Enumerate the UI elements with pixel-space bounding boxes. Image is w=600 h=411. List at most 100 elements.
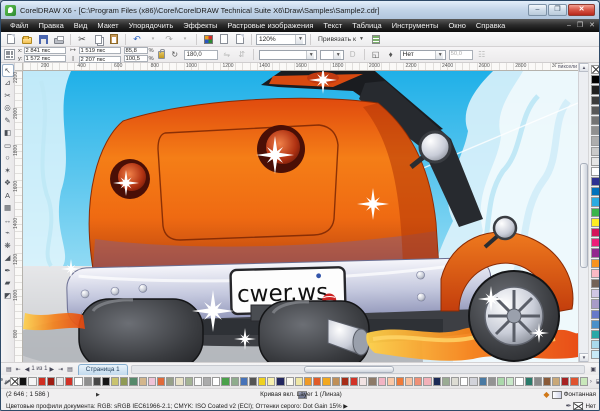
doc-color-swatch[interactable]	[258, 377, 266, 386]
export-button[interactable]	[233, 33, 247, 46]
menu-item-10[interactable]: Инструменты	[387, 19, 444, 32]
x-position-field[interactable]: 2 841 пкс	[24, 47, 66, 54]
next-page-icon[interactable]: ▶	[47, 366, 56, 373]
doc-color-swatch[interactable]	[534, 377, 542, 386]
eyedropper-tool[interactable]: ◢	[2, 252, 14, 265]
outline-color-chip[interactable]	[573, 402, 583, 410]
color-swatch[interactable]	[591, 177, 600, 186]
style-combobox[interactable]: ▼	[259, 50, 317, 60]
doc-color-swatch[interactable]	[19, 377, 27, 386]
menu-item-9[interactable]: Таблица	[347, 19, 386, 32]
crop-tool[interactable]: ✂	[2, 89, 14, 102]
menu-item-1[interactable]: Файл	[5, 19, 33, 32]
outline-pen-tool[interactable]: ✒	[2, 264, 14, 277]
last-page-icon[interactable]: ⇥	[56, 366, 65, 373]
color-swatch[interactable]	[591, 289, 600, 298]
doc-color-swatch[interactable]	[570, 377, 578, 386]
doc-color-swatch[interactable]	[56, 377, 64, 386]
add-page-icon-2[interactable]: ▤	[65, 366, 75, 373]
doc-color-swatch[interactable]	[332, 377, 340, 386]
doc-color-swatch[interactable]	[28, 377, 36, 386]
mirror-horizontal-button[interactable]: ⇋	[221, 49, 233, 61]
doc-color-swatch[interactable]	[47, 377, 55, 386]
doc-color-swatch[interactable]	[286, 377, 294, 386]
copy-button[interactable]	[91, 33, 105, 46]
redo-button[interactable]: ↷	[162, 33, 176, 46]
y-position-field[interactable]: 1 572 пкс	[24, 55, 66, 62]
doc-color-swatch[interactable]	[129, 377, 137, 386]
doc-color-swatch[interactable]	[166, 377, 174, 386]
prev-page-icon[interactable]: ◀	[23, 366, 32, 373]
doc-color-swatch[interactable]	[38, 377, 46, 386]
doc-color-swatch[interactable]	[313, 377, 321, 386]
color-swatch[interactable]	[591, 126, 600, 135]
color-swatch[interactable]	[591, 340, 600, 349]
maximize-button[interactable]: ❐	[548, 4, 567, 16]
title-bar[interactable]: CorelDRAW X6 - [C:\Program Files (x86)\C…	[1, 1, 599, 19]
doc-color-swatch[interactable]	[267, 377, 275, 386]
color-swatch[interactable]	[591, 320, 600, 329]
doc-color-swatch[interactable]	[157, 377, 165, 386]
doc-color-swatch[interactable]	[194, 377, 202, 386]
fill-tool[interactable]: ▰	[2, 277, 14, 290]
vertical-scrollbar[interactable]: ▲ ▼	[578, 63, 588, 362]
outline-width-combobox[interactable]: Нет ▼	[400, 50, 446, 60]
doc-color-swatch[interactable]	[175, 377, 183, 386]
color-swatch[interactable]	[591, 167, 600, 176]
doc-restore-button[interactable]: ❐	[577, 19, 583, 32]
horizontal-scrollbar[interactable]	[131, 365, 586, 374]
no-color-swatch[interactable]	[591, 65, 600, 74]
zoom-dropdown-icon[interactable]: ▼	[295, 35, 303, 44]
horizontal-scroll-thumb[interactable]	[304, 366, 394, 373]
color-swatch[interactable]	[591, 197, 600, 206]
doc-color-swatch[interactable]	[203, 377, 211, 386]
doc-color-swatch[interactable]	[561, 377, 569, 386]
options-button[interactable]	[369, 33, 383, 46]
doc-color-swatch[interactable]	[148, 377, 156, 386]
color-swatch[interactable]	[591, 106, 600, 115]
menu-item-12[interactable]: Справка	[471, 19, 510, 32]
rectangle-tool[interactable]: ▭	[2, 139, 14, 152]
doc-color-swatch[interactable]	[276, 377, 284, 386]
import-button[interactable]	[217, 33, 231, 46]
menu-item-5[interactable]: Упорядочить	[124, 19, 179, 32]
color-swatch[interactable]	[591, 187, 600, 196]
doc-color-swatch[interactable]	[304, 377, 312, 386]
ruler-origin-corner[interactable]	[15, 63, 23, 71]
doc-color-swatch[interactable]	[221, 377, 229, 386]
open-button[interactable]	[20, 33, 34, 46]
doc-color-swatch[interactable]	[249, 377, 257, 386]
color-swatch[interactable]	[591, 269, 600, 278]
doc-color-swatch[interactable]	[525, 377, 533, 386]
doc-color-swatch[interactable]	[580, 377, 588, 386]
menu-item-7[interactable]: Растровые изображения	[222, 19, 318, 32]
doc-color-swatch[interactable]	[442, 377, 450, 386]
freehand-tool[interactable]: ✎	[2, 114, 14, 127]
doc-minimize-button[interactable]: –	[567, 19, 571, 32]
zoom-page-icon[interactable]: ▣	[588, 366, 598, 373]
doc-color-swatch[interactable]	[396, 377, 404, 386]
doc-color-swatch[interactable]	[111, 377, 119, 386]
vertical-scroll-thumb[interactable]	[580, 163, 588, 268]
page-tab[interactable]: Страница 1	[78, 364, 128, 375]
palette-expand-icon[interactable]: ⬓	[594, 378, 600, 385]
doc-color-swatch[interactable]	[405, 377, 413, 386]
doc-color-swatch[interactable]	[515, 377, 523, 386]
color-swatch[interactable]	[591, 279, 600, 288]
doc-color-swatch[interactable]	[423, 377, 431, 386]
units-combobox[interactable]: ▼	[320, 50, 344, 60]
fill-color-chip[interactable]	[552, 391, 562, 399]
object-height-field[interactable]: 2 207 пкс	[79, 56, 121, 63]
color-swatch[interactable]	[591, 218, 600, 227]
close-button[interactable]: ✕	[568, 4, 595, 16]
color-swatch[interactable]	[591, 248, 600, 257]
lock-ratio-icon[interactable]	[158, 51, 165, 59]
blend-tool[interactable]: ❋	[2, 239, 14, 252]
doc-color-swatch[interactable]	[497, 377, 505, 386]
new-document-button[interactable]	[4, 33, 18, 46]
doc-color-swatch[interactable]	[479, 377, 487, 386]
undo-dropdown[interactable]: ▾	[146, 33, 160, 46]
color-swatch[interactable]	[591, 350, 600, 359]
smart-fill-tool[interactable]: ◧	[2, 127, 14, 140]
color-swatch[interactable]	[591, 96, 600, 105]
